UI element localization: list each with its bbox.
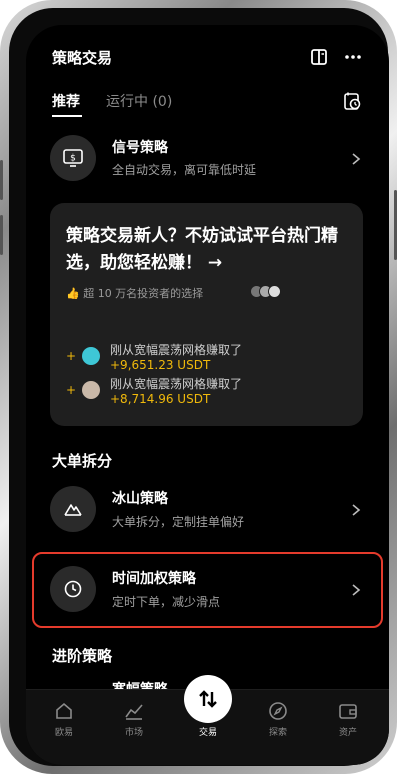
svg-text:$: $: [70, 154, 76, 164]
nav-item-trade[interactable]: [184, 675, 232, 723]
more-icon[interactable]: [343, 47, 363, 67]
tab-underline: [52, 115, 82, 117]
signal-icon: $: [50, 135, 96, 181]
sparkle-icon: +: [66, 349, 77, 363]
feed-item: + 刚从宽幅震荡网格赚取了 +9,651.23 USDT: [66, 341, 356, 377]
feed-amount: +8,714.96 USDT: [110, 392, 211, 406]
chevron-right-icon: [352, 153, 361, 165]
avatar: [82, 347, 100, 365]
nav-label: 资产: [338, 728, 357, 738]
nav-item-home[interactable]: 欧易: [34, 700, 94, 738]
history-icon[interactable]: [342, 91, 362, 111]
home-icon: [56, 702, 72, 719]
nav-item-assets[interactable]: 资产: [318, 700, 378, 738]
row-subtitle: 大单拆分，定制挂单偏好: [112, 515, 245, 529]
nav-label: 市场: [124, 728, 143, 738]
nav-label: 欧易: [54, 728, 73, 738]
tab-recommended[interactable]: 推荐: [52, 91, 80, 111]
feed-amount: +9,651.23 USDT: [110, 358, 211, 372]
signal-strategy-row[interactable]: $ 信号策略 全自动交易，离可靠低时延: [26, 129, 389, 189]
tab-running[interactable]: 运行中 (0): [106, 91, 172, 111]
chevron-right-icon: [352, 504, 361, 516]
selection-highlight: [32, 552, 383, 628]
phone-frame: 策略交易 推荐 运行中 (0) $ 信号策略 全自动交易，离可靠低时延 策略交易…: [0, 0, 397, 774]
section-title-advanced: 进阶策略: [52, 647, 113, 665]
phone-bezel: 策略交易 推荐 运行中 (0) $ 信号策略 全自动交易，离可靠低时延 策略交易…: [9, 8, 389, 766]
row-title: 冰山策略: [112, 491, 168, 507]
nav-label-trade: 交易: [198, 728, 217, 738]
mountain-icon: [50, 486, 96, 532]
nav-label: 探索: [268, 728, 287, 738]
feed-text: 刚从宽幅震荡网格赚取了: [110, 343, 243, 357]
volume-button: [0, 160, 3, 200]
feed-item: + 刚从宽幅震荡网格赚取了 +8,714.96 USDT: [66, 375, 356, 411]
row-title: 信号策略: [112, 140, 168, 156]
trade-icon: [199, 690, 217, 708]
wallet-icon: [339, 704, 357, 719]
compass-icon: [269, 702, 287, 720]
avatar-group: [250, 285, 281, 298]
avatar: [82, 381, 100, 399]
chart-icon: [125, 704, 143, 720]
app-screen: 策略交易 推荐 运行中 (0) $ 信号策略 全自动交易，离可靠低时延 策略交易…: [26, 25, 389, 765]
promo-card[interactable]: 策略交易新人？不妨试试平台热门精选，助您轻松赚！ → 👍 超 10 万名投资者的…: [50, 203, 363, 426]
promo-title: 策略交易新人？不妨试试平台热门精选，助您轻松赚！ →: [66, 226, 338, 273]
nav-item-explore[interactable]: 探索: [248, 700, 308, 738]
nav-item-market[interactable]: 市场: [104, 700, 164, 738]
promo-meta: 👍 超 10 万名投资者的选择: [66, 287, 204, 300]
section-title-big-order: 大单拆分: [52, 452, 113, 470]
iceberg-strategy-row[interactable]: 冰山策略 大单拆分，定制挂单偏好: [26, 480, 389, 540]
page-title: 策略交易: [52, 49, 113, 67]
book-icon[interactable]: [309, 47, 329, 67]
sparkle-icon: +: [66, 383, 77, 397]
feed-text: 刚从宽幅震荡网格赚取了: [110, 377, 243, 391]
row-subtitle: 全自动交易，离可靠低时延: [112, 163, 257, 177]
volume-button: [0, 215, 3, 255]
